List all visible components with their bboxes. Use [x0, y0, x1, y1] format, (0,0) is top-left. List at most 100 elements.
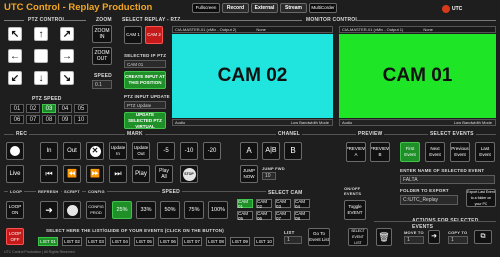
ptz-speed-08[interactable]: 08	[42, 115, 56, 124]
cam-2-button[interactable]: CAM 02	[256, 199, 272, 209]
loop-off-button[interactable]: LOOP OFF	[6, 228, 24, 245]
speed-25-button[interactable]: 25%	[112, 201, 132, 219]
goto-event-list-button[interactable]: Go To Event List	[308, 228, 330, 246]
copy-to-field[interactable]: 1	[448, 236, 468, 244]
stop-button[interactable]: STOP	[180, 165, 198, 183]
selected-ip-select[interactable]: CAM 01	[124, 60, 166, 68]
record-button[interactable]	[6, 142, 24, 160]
ptz-speed-10[interactable]: 10	[74, 115, 88, 124]
minus10-button[interactable]: -10	[180, 142, 198, 160]
toggle-event-button[interactable]: Toggle EVENT	[344, 200, 366, 220]
left-monitor-source[interactable]: CIA-MASTER-01 (vMix - Output 2) None	[172, 26, 333, 33]
list-2-button[interactable]: LIST 02	[62, 237, 82, 246]
channel-a-button[interactable]: A	[240, 142, 258, 160]
list-8-button[interactable]: LIST 08	[206, 237, 226, 246]
ptz-speed-06[interactable]: 06	[10, 115, 24, 124]
update-out-button[interactable]: Update Out	[132, 142, 150, 160]
cam2-button[interactable]: CAM 2	[145, 26, 163, 44]
ptz-up-left-button[interactable]: ↖	[8, 27, 22, 41]
rewind-button[interactable]: ⏪	[63, 165, 81, 183]
ptz-left-button[interactable]: ←	[8, 49, 22, 63]
minus20-button[interactable]: -20	[203, 142, 221, 160]
ptz-speed-02[interactable]: 02	[26, 104, 40, 113]
cam-4-button[interactable]: CAM 04	[294, 199, 310, 209]
tab-fullscreen[interactable]: Fullscreen	[192, 3, 220, 13]
play-all-button[interactable]: Play All	[155, 165, 173, 183]
cam-6-button[interactable]: CAM 06	[256, 211, 272, 221]
tab-external[interactable]: External	[251, 3, 278, 13]
play-button[interactable]: Play	[132, 165, 150, 183]
next-button[interactable]: ⏭	[109, 165, 127, 183]
last-event-button[interactable]: Last Event	[475, 142, 495, 162]
next-event-button[interactable]: Next Event	[425, 142, 445, 162]
list-10-button[interactable]: LIST 10	[254, 237, 274, 246]
mark-in-button[interactable]: In	[40, 142, 58, 160]
list-1-button[interactable]: LIST 01	[38, 237, 58, 246]
list-6-button[interactable]: LIST 06	[158, 237, 178, 246]
loop-on-button[interactable]: LOOP ON	[6, 201, 24, 219]
jump-fwd-field[interactable]: 10	[262, 172, 276, 180]
previous-event-button[interactable]: Previous Event	[450, 142, 470, 162]
first-event-button[interactable]: First Event	[400, 142, 420, 162]
speed-33-button[interactable]: 33%	[136, 201, 156, 219]
update-in-button[interactable]: Update In	[109, 142, 127, 160]
cam-3-button[interactable]: CAM 03	[275, 199, 291, 209]
zoom-out-button[interactable]: ZOOM OUT	[92, 47, 112, 65]
cam1-button[interactable]: CAM 1	[124, 26, 142, 44]
speed-100-button[interactable]: 100%	[208, 201, 228, 219]
right-monitor-source[interactable]: CIA-MASTER-01 (vMix - Output 1) None	[339, 26, 496, 33]
ptz-speed-05[interactable]: 05	[74, 104, 88, 113]
export-button[interactable]: Export Last Event to a folder on your PC	[466, 189, 496, 207]
delete-button[interactable]: 🗑	[376, 228, 392, 246]
ptz-up-button[interactable]: ↑	[34, 27, 48, 41]
ptz-home-button[interactable]	[34, 49, 48, 63]
channel-b-button[interactable]: B	[284, 142, 302, 160]
select-event-list-button[interactable]: SELECT EVENT LIST	[348, 228, 368, 246]
list-field[interactable]: 1	[284, 236, 302, 244]
live-button[interactable]: Live	[6, 165, 24, 183]
config-prod-button[interactable]: CONFIG PROD	[86, 201, 106, 219]
ptz-down-left-button[interactable]: ↙	[8, 71, 22, 85]
speed-75-button[interactable]: 75%	[184, 201, 204, 219]
ptz-speed-01[interactable]: 01	[10, 104, 24, 113]
list-9-button[interactable]: LIST 09	[230, 237, 250, 246]
move-to-button[interactable]: ➜	[428, 230, 440, 244]
move-to-field[interactable]: 1	[404, 236, 424, 244]
preview-a-button[interactable]: PREVIEW A	[346, 142, 366, 162]
tab-stream[interactable]: Stream	[280, 3, 307, 13]
tab-multicorder[interactable]: MultiCorder	[309, 3, 337, 13]
folder-field[interactable]: C:\UTC_Replay	[400, 195, 458, 205]
cam-7-button[interactable]: CAM 07	[275, 211, 291, 221]
forward-button[interactable]: ⏩	[86, 165, 104, 183]
list-3-button[interactable]: LIST 03	[86, 237, 106, 246]
minus5-button[interactable]: -5	[157, 142, 175, 160]
zoom-speed-field[interactable]: 0.1	[92, 80, 112, 89]
tab-record[interactable]: Record	[222, 3, 249, 13]
ptz-up-right-button[interactable]: ↗	[60, 27, 74, 41]
script-button[interactable]	[63, 201, 81, 219]
cam-8-button[interactable]: CAM 08	[294, 211, 310, 221]
list-5-button[interactable]: LIST 05	[134, 237, 154, 246]
event-name-field[interactable]: FALTA	[400, 175, 495, 184]
speed-50-button[interactable]: 50%	[160, 201, 180, 219]
ptz-speed-09[interactable]: 09	[58, 115, 72, 124]
copy-to-button[interactable]: ⧉	[474, 230, 492, 244]
refresh-button[interactable]: ➜	[40, 201, 58, 219]
list-4-button[interactable]: LIST 04	[110, 237, 130, 246]
zoom-in-button[interactable]: ZOOM IN	[92, 25, 112, 43]
jump-now-button[interactable]: JUMP NOW	[240, 165, 258, 183]
cancel-mark-button[interactable]: ✕	[86, 142, 104, 160]
channel-ab-button[interactable]: A|B	[262, 142, 280, 160]
cam-1-button[interactable]: CAM 01	[237, 199, 253, 209]
preview-b-button[interactable]: PREVIEW B	[370, 142, 390, 162]
ptz-update-select[interactable]: PTZ Update	[124, 101, 166, 109]
ptz-down-button[interactable]: ↓	[34, 71, 48, 85]
ptz-speed-04[interactable]: 04	[58, 104, 72, 113]
cam-5-button[interactable]: CAM 05	[237, 211, 253, 221]
list-7-button[interactable]: LIST 07	[182, 237, 202, 246]
mark-out-button[interactable]: Out	[63, 142, 81, 160]
ptz-down-right-button[interactable]: ↘	[60, 71, 74, 85]
ptz-speed-07[interactable]: 07	[26, 115, 40, 124]
create-input-button[interactable]: CREATE INPUT AT THIS POSITION	[124, 71, 166, 89]
ptz-speed-03[interactable]: 03	[42, 104, 56, 113]
